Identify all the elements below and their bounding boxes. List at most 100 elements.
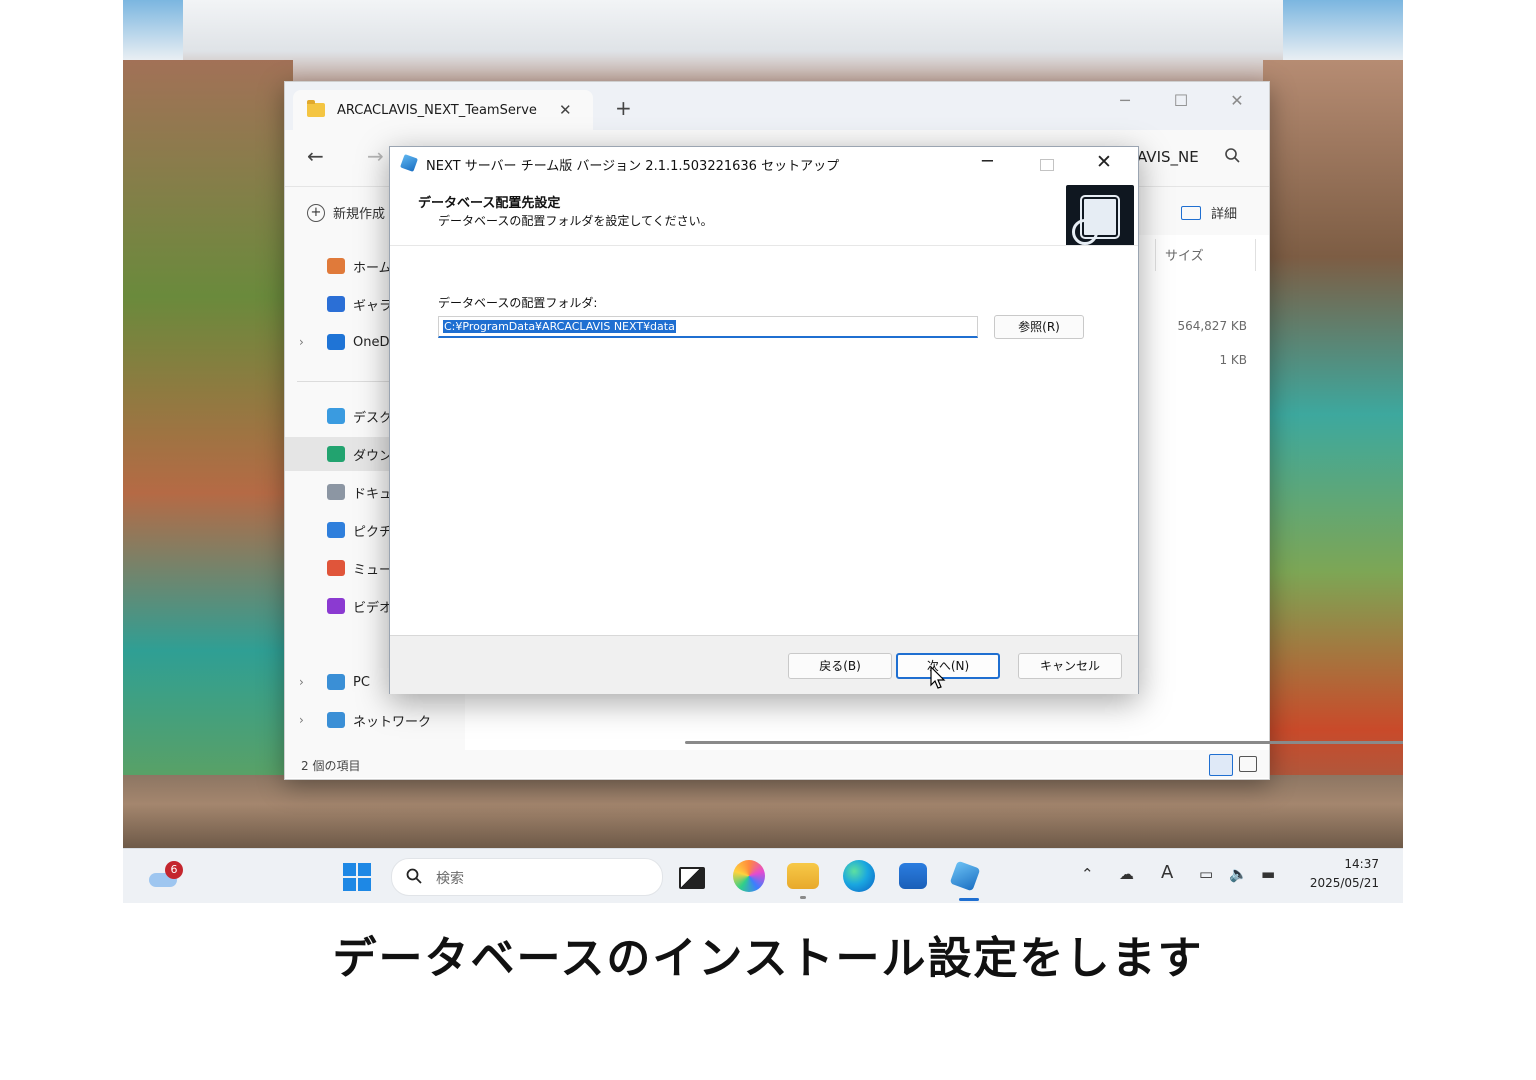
setup-app-icon bbox=[400, 154, 418, 172]
file-size: 564,827 KB bbox=[1177, 319, 1247, 333]
notification-badge: 6 bbox=[165, 861, 183, 879]
taskbar-search-box[interactable]: 検索 bbox=[391, 858, 663, 896]
address-bar-text[interactable]: AVIS_NE bbox=[1137, 148, 1199, 166]
running-indicator bbox=[800, 896, 806, 899]
column-header-size[interactable]: サイズ bbox=[1165, 245, 1204, 264]
forward-arrow-icon[interactable]: → bbox=[367, 144, 384, 168]
active-app-indicator bbox=[959, 898, 979, 901]
windows-logo-icon bbox=[343, 878, 356, 891]
dialog-header: データベース配置先設定 データベースの配置フォルダを設定してください。 bbox=[390, 181, 1138, 247]
details-view-icon[interactable] bbox=[1209, 754, 1233, 776]
gallery-icon bbox=[327, 296, 345, 312]
details-pane-icon bbox=[1181, 205, 1201, 220]
dialog-body: データベースの配置フォルダ: C:¥ProgramData¥ARCACLAVIS… bbox=[390, 245, 1138, 636]
sidebar-item-label: ネットワーク bbox=[353, 714, 432, 730]
details-button[interactable]: 詳細 bbox=[1181, 203, 1237, 222]
edge-browser-icon[interactable] bbox=[843, 860, 875, 892]
details-button-label: 詳細 bbox=[1211, 207, 1238, 222]
dialog-title: NEXT サーバー チーム版 バージョン 2.1.1.503221636 セット… bbox=[426, 159, 840, 174]
browse-button[interactable]: 参照(R) bbox=[994, 315, 1084, 339]
wallpaper-right-slope bbox=[1263, 60, 1403, 848]
network-icon bbox=[327, 712, 345, 728]
sidebar-item-label: ホーム bbox=[353, 260, 392, 276]
desktop-icon bbox=[327, 408, 345, 424]
folder-icon bbox=[307, 100, 325, 117]
setup-app-taskbar-icon[interactable] bbox=[949, 860, 981, 892]
file-size: 1 KB bbox=[1219, 353, 1247, 367]
battery-icon[interactable]: ▬ bbox=[1261, 865, 1275, 883]
microsoft-store-icon[interactable] bbox=[899, 863, 927, 889]
horizontal-scrollbar[interactable] bbox=[685, 741, 1403, 744]
sidebar-item-label: PC bbox=[353, 674, 370, 690]
new-button-label: 新規作成 bbox=[333, 207, 386, 222]
tiles-view-icon[interactable] bbox=[1239, 756, 1257, 772]
video-icon bbox=[327, 598, 345, 614]
mouse-pointer-icon bbox=[930, 666, 946, 689]
maximize-button[interactable]: ☐ bbox=[1161, 88, 1201, 114]
task-view-icon[interactable] bbox=[679, 867, 705, 889]
home-icon bbox=[327, 258, 345, 274]
search-icon[interactable] bbox=[1223, 146, 1243, 166]
chevron-right-icon[interactable]: › bbox=[299, 675, 304, 689]
folder-field-label: データベースの配置フォルダ: bbox=[438, 296, 598, 310]
chevron-right-icon[interactable]: › bbox=[299, 713, 304, 727]
explorer-status-bar: 2 個の項目 bbox=[285, 750, 1269, 778]
wallpaper-snow bbox=[183, 0, 1283, 85]
volume-icon[interactable]: 🔈 bbox=[1229, 865, 1248, 883]
screenshot-frame: ARCACLAVIS_NEXT_TeamServe ✕ + ─ ☐ ✕ ← → … bbox=[123, 0, 1403, 903]
back-button[interactable]: 戻る(B) bbox=[788, 653, 892, 679]
column-divider bbox=[1155, 239, 1156, 271]
start-button[interactable] bbox=[343, 863, 371, 891]
dialog-footer: 戻る(B) 次へ(N) キャンセル bbox=[390, 635, 1138, 694]
cancel-button[interactable]: キャンセル bbox=[1018, 653, 1122, 679]
chevron-right-icon[interactable]: › bbox=[299, 335, 304, 349]
windows-logo-icon bbox=[343, 863, 356, 876]
search-icon bbox=[406, 868, 422, 884]
installer-logo-icon bbox=[1066, 185, 1134, 247]
music-icon bbox=[327, 560, 345, 576]
show-hidden-icons-chevron-icon[interactable]: ⌃ bbox=[1081, 865, 1094, 883]
minimize-button[interactable]: ─ bbox=[1105, 88, 1145, 114]
clock-time[interactable]: 14:37 bbox=[1331, 857, 1379, 871]
dialog-close-button[interactable]: ✕ bbox=[1096, 151, 1112, 173]
sidebar-item-label: ビデオ bbox=[353, 600, 393, 616]
item-count: 2 個の項目 bbox=[301, 759, 361, 773]
explorer-tab[interactable]: ARCACLAVIS_NEXT_TeamServe ✕ bbox=[293, 90, 593, 130]
sidebar-item[interactable]: › ネットワーク bbox=[285, 703, 465, 737]
tab-close-icon[interactable]: ✕ bbox=[559, 101, 572, 119]
explorer-tab-label: ARCACLAVIS_NEXT_TeamServe bbox=[337, 102, 537, 118]
new-tab-button[interactable]: + bbox=[615, 96, 632, 120]
setup-dialog: NEXT サーバー チーム版 バージョン 2.1.1.503221636 セット… bbox=[389, 146, 1139, 694]
wallpaper-left-slope bbox=[123, 60, 293, 848]
onedrive-offline-icon[interactable]: ☁ bbox=[1119, 865, 1134, 883]
dialog-titlebar: NEXT サーバー チーム版 バージョン 2.1.1.503221636 セット… bbox=[390, 147, 1138, 181]
windows-logo-icon bbox=[358, 863, 371, 876]
page-title: データベース配置先設定 bbox=[418, 196, 561, 211]
plus-circle-icon: + bbox=[307, 203, 325, 222]
document-icon bbox=[327, 484, 345, 500]
copilot-icon[interactable] bbox=[733, 860, 765, 892]
dialog-minimize-button[interactable]: ─ bbox=[982, 151, 993, 172]
file-explorer-icon[interactable] bbox=[787, 863, 819, 889]
new-button[interactable]: + 新規作成 bbox=[307, 203, 385, 222]
database-folder-input[interactable]: C:¥ProgramData¥ARCACLAVIS NEXT¥data bbox=[438, 316, 978, 338]
dialog-maximize-button bbox=[1040, 159, 1054, 171]
back-arrow-icon[interactable]: ← bbox=[307, 144, 324, 168]
cloud-icon bbox=[327, 334, 345, 350]
pc-icon bbox=[327, 674, 345, 690]
weather-widget[interactable]: 6 bbox=[147, 861, 183, 891]
next-button[interactable]: 次へ(N) bbox=[896, 653, 1000, 679]
explorer-titlebar: ARCACLAVIS_NEXT_TeamServe ✕ + ─ ☐ ✕ bbox=[285, 82, 1269, 130]
network-icon[interactable]: ▭ bbox=[1199, 865, 1213, 883]
logo-arc-shape bbox=[1072, 219, 1098, 245]
close-button[interactable]: ✕ bbox=[1217, 88, 1257, 114]
download-icon bbox=[327, 446, 345, 462]
taskbar: 6 検索 ⌃ ☁ A ▭ 🔈 ▬ 14:37 2025/05/21 bbox=[123, 848, 1403, 903]
wallpaper-ground bbox=[123, 775, 1403, 848]
column-divider bbox=[1255, 239, 1256, 271]
pictures-icon bbox=[327, 522, 345, 538]
clock-date[interactable]: 2025/05/21 bbox=[1301, 876, 1379, 890]
page-description: データベースの配置フォルダを設定してください。 bbox=[438, 214, 713, 228]
database-folder-value: C:¥ProgramData¥ARCACLAVIS NEXT¥data bbox=[443, 320, 676, 333]
ime-indicator[interactable]: A bbox=[1161, 862, 1173, 883]
